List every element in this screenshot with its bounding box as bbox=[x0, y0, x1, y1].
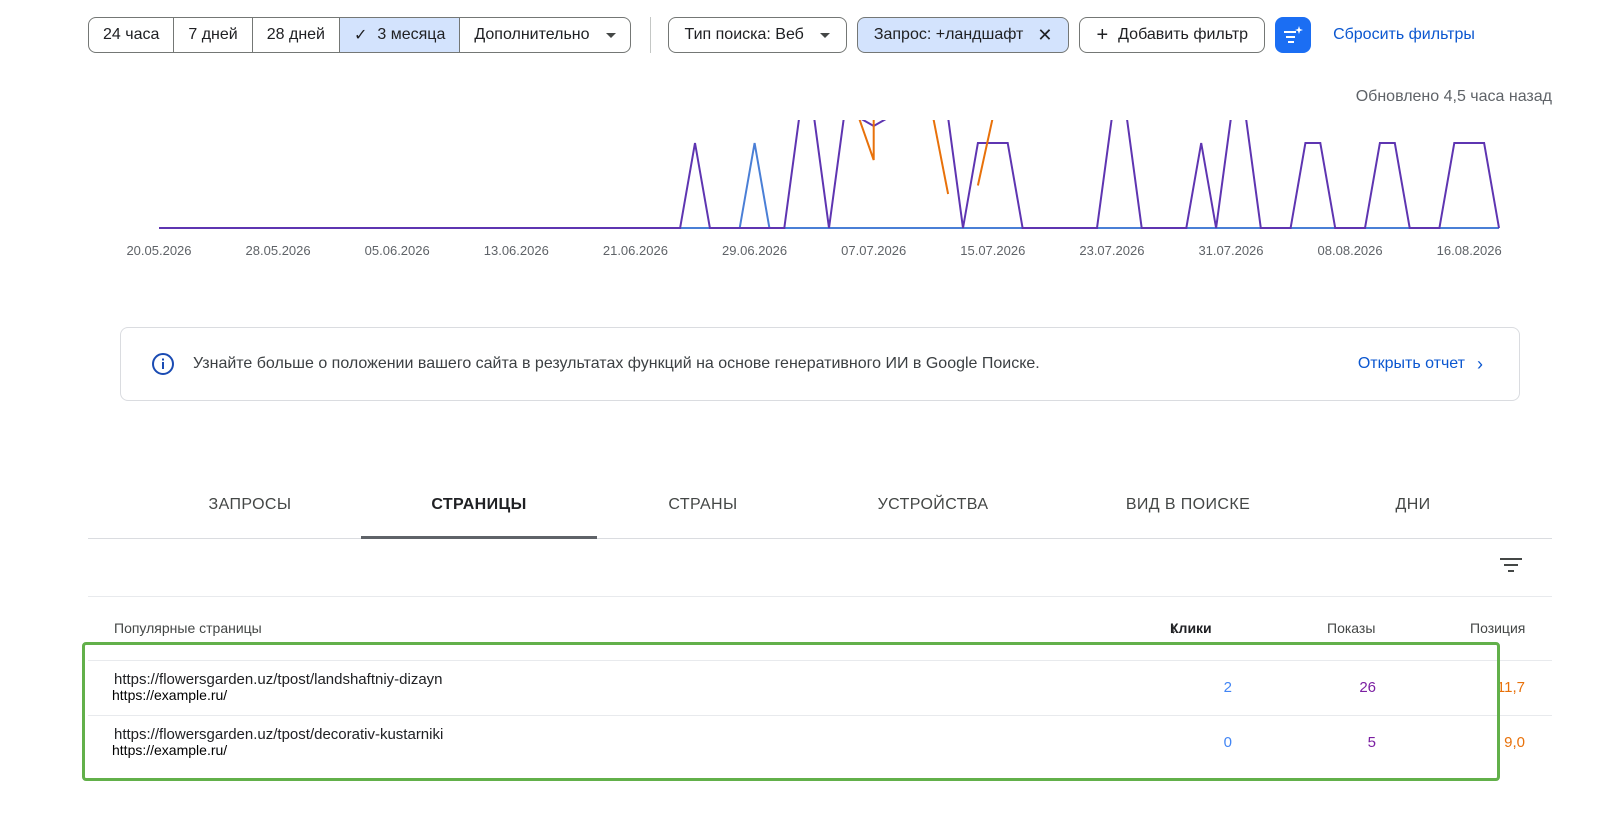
table-row[interactable]: https://flowersgarden.uz/tpost/landshaft… bbox=[88, 660, 1552, 715]
tab-countries[interactable]: СТРАНЫ bbox=[643, 472, 763, 538]
series-line-3 bbox=[858, 120, 875, 161]
info-icon bbox=[152, 353, 174, 375]
filter-list-icon[interactable] bbox=[1500, 557, 1522, 573]
dimension-tabs: ЗАПРОСЫ СТРАНИЦЫ СТРАНЫ УСТРОЙСТВА ВИД В… bbox=[88, 472, 1552, 539]
caret-down-icon bbox=[605, 32, 616, 38]
x-tick-label: 21.06.2026 bbox=[603, 243, 668, 258]
date-range-selector: 24 часа 7 дней 28 дней ✓ 3 месяца Дополн… bbox=[88, 17, 631, 53]
page-url: https://flowersgarden.uz/tpost/landshaft… bbox=[114, 671, 443, 688]
tab-queries[interactable]: ЗАПРОСЫ bbox=[178, 472, 322, 538]
x-tick-label: 23.07.2026 bbox=[1079, 243, 1144, 258]
plus-icon: + bbox=[1096, 24, 1109, 46]
x-tick-label: 16.08.2026 bbox=[1437, 243, 1502, 258]
date-range-3m[interactable]: ✓ 3 месяца bbox=[339, 18, 461, 52]
x-tick-label: 29.06.2026 bbox=[722, 243, 787, 258]
date-range-24h[interactable]: 24 часа bbox=[89, 18, 175, 52]
add-filter-button[interactable]: + Добавить фильтр bbox=[1079, 17, 1266, 53]
chevron-right-icon: › bbox=[1477, 353, 1483, 374]
x-tick-label: 07.07.2026 bbox=[841, 243, 906, 258]
tab-pages[interactable]: СТРАНИЦЫ bbox=[361, 472, 597, 539]
page-url: https://flowersgarden.uz/tpost/decorativ… bbox=[114, 726, 444, 743]
impressions-value: 5 bbox=[1367, 734, 1376, 751]
table-row[interactable]: https://flowersgarden.uz/tpost/decorativ… bbox=[88, 715, 1552, 770]
tab-devices[interactable]: УСТРОЙСТВА bbox=[853, 472, 1013, 538]
filter-bar: 24 часа 7 дней 28 дней ✓ 3 месяца Дополн… bbox=[88, 17, 1475, 53]
position-value: 9,0 bbox=[1504, 734, 1525, 751]
page-url-overlay: https://example.ru/ bbox=[110, 687, 230, 703]
page-url-overlay: https://example.ru/ bbox=[110, 742, 230, 758]
table-header: Популярные страницы ↓ Клики Показы Позици… bbox=[114, 620, 1526, 636]
check-icon: ✓ bbox=[353, 27, 368, 44]
filter-sparkle-icon bbox=[1284, 26, 1304, 43]
date-range-28d[interactable]: 28 дней bbox=[253, 18, 340, 52]
query-filter-chip[interactable]: Запрос: +ландшафт ✕ bbox=[856, 17, 1070, 53]
date-range-7d[interactable]: 7 дней bbox=[174, 18, 253, 52]
info-banner: Узнайте больше о положении вашего сайта … bbox=[120, 327, 1520, 401]
caret-down-icon bbox=[819, 32, 830, 38]
impressions-value: 26 bbox=[1359, 679, 1376, 696]
clicks-value: 2 bbox=[1223, 679, 1232, 696]
series-line-4 bbox=[932, 120, 950, 195]
divider bbox=[88, 596, 1552, 597]
x-tick-label: 28.05.2026 bbox=[246, 243, 311, 258]
updated-timestamp: Обновлено 4,5 часа назад bbox=[1355, 88, 1552, 105]
series-line-5 bbox=[976, 120, 994, 186]
x-tick-label: 13.06.2026 bbox=[484, 243, 549, 258]
x-tick-label: 31.07.2026 bbox=[1198, 243, 1263, 258]
column-header-position[interactable]: Позиция bbox=[1470, 620, 1525, 636]
tab-search-appearance[interactable]: ВИД В ПОИСКЕ bbox=[1113, 472, 1263, 538]
filter-settings-button[interactable] bbox=[1275, 17, 1312, 53]
performance-chart: 20.05.2026 28.05.2026 05.06.2026 13.06.2026… bbox=[126, 120, 1502, 258]
banner-message: Узнайте больше о положении вашего сайта … bbox=[193, 355, 1040, 372]
x-tick-label: 20.05.2026 bbox=[126, 243, 191, 258]
close-icon[interactable]: ✕ bbox=[1037, 25, 1052, 46]
column-header-page: Популярные страницы bbox=[114, 620, 262, 636]
position-value: 11,7 bbox=[1496, 679, 1525, 696]
x-tick-label: 08.08.2026 bbox=[1318, 243, 1383, 258]
clicks-value: 0 bbox=[1223, 734, 1232, 751]
column-header-impressions[interactable]: Показы bbox=[1327, 620, 1375, 636]
date-range-more-dropdown[interactable]: Дополнительно bbox=[460, 18, 629, 52]
open-report-link[interactable]: Открыть отчет › bbox=[1358, 354, 1483, 375]
divider bbox=[649, 17, 651, 53]
tab-days[interactable]: ДНИ bbox=[1368, 472, 1458, 538]
reset-filters-link[interactable]: Сбросить фильтры bbox=[1333, 26, 1475, 44]
x-tick-label: 15.07.2026 bbox=[960, 243, 1025, 258]
x-tick-label: 05.06.2026 bbox=[365, 243, 430, 258]
series-line-2 bbox=[159, 120, 1500, 229]
search-type-dropdown[interactable]: Тип поиска: Веб bbox=[667, 17, 847, 53]
